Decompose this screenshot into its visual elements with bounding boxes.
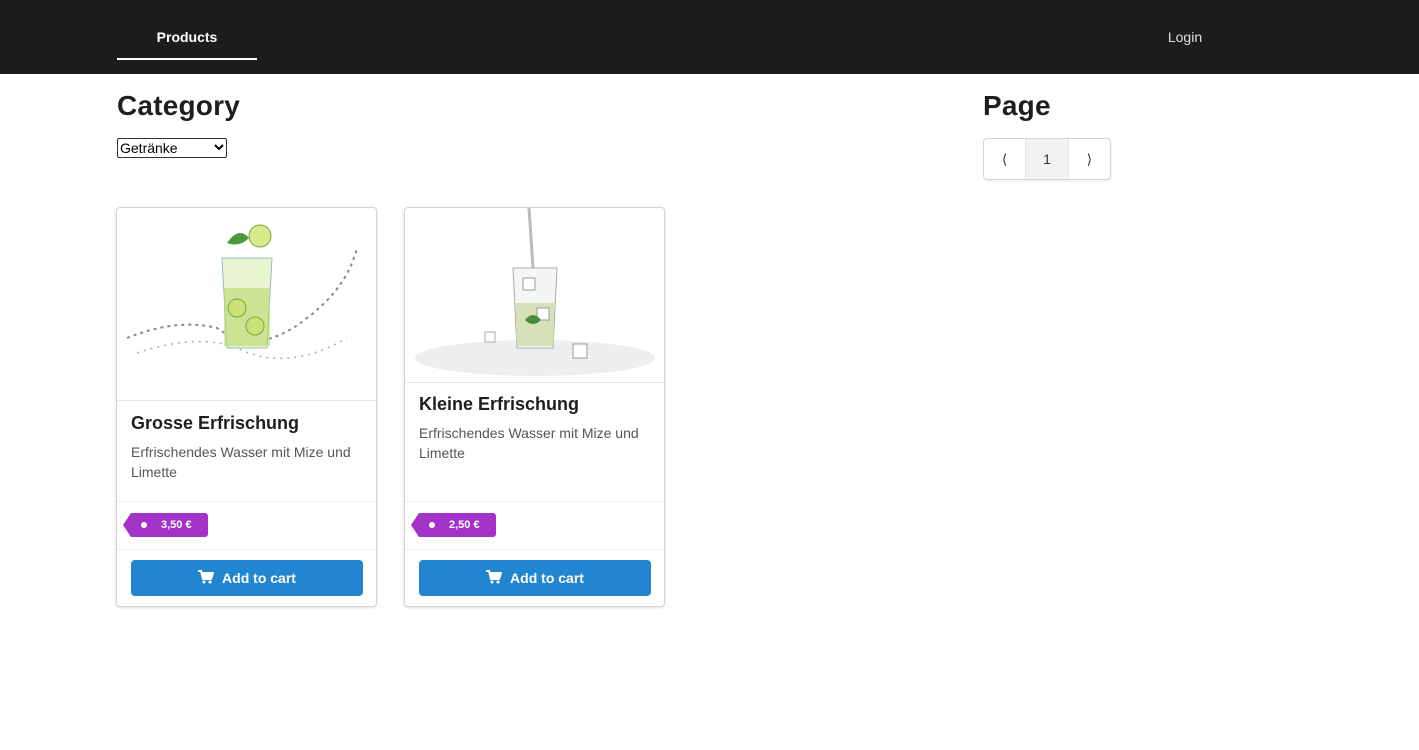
next-page-button[interactable]: ⟩: [1069, 139, 1110, 179]
top-navbar: Products Login: [0, 0, 1419, 74]
cart-icon: [486, 569, 503, 587]
nav-login-link[interactable]: Login: [1150, 0, 1220, 74]
prev-page-button[interactable]: ⟨: [984, 139, 1027, 179]
nav-login-label: Login: [1167, 29, 1203, 45]
add-to-cart-button[interactable]: Add to cart: [419, 560, 651, 596]
card-divider: [405, 549, 664, 550]
add-to-cart-button[interactable]: Add to cart: [131, 560, 363, 596]
product-description: Erfrischendes Wasser mit Mize und Limett…: [131, 444, 351, 480]
category-heading: Category: [117, 90, 240, 121]
page-heading: Page: [983, 90, 1051, 121]
page-1-button[interactable]: 1: [1026, 139, 1069, 179]
add-to-cart-label: Add to cart: [510, 570, 584, 586]
tag-hole-icon: [141, 522, 147, 528]
cart-icon: [198, 569, 215, 587]
category-select[interactable]: Getränke: [117, 138, 227, 158]
product-card: Grosse Erfrischung Erfrischendes Wasser …: [116, 207, 377, 607]
pagination: ⟨ 1 ⟩: [983, 138, 1111, 180]
active-tab-underline: [117, 58, 257, 60]
category-selected-value: Getränke: [120, 140, 178, 156]
drink-glass-image: [126, 224, 358, 360]
card-divider: [117, 549, 376, 550]
product-name[interactable]: Grosse Erfrischung: [131, 413, 299, 434]
product-description: Erfrischendes Wasser mit Mize und Limett…: [419, 425, 639, 461]
chevron-down-icon: [214, 143, 224, 154]
nav-products-tab[interactable]: Products: [117, 0, 257, 74]
card-divider: [405, 501, 664, 502]
product-name[interactable]: Kleine Erfrischung: [419, 394, 579, 415]
nav-products-label: Products: [156, 29, 218, 45]
price-value: 2,50 €: [449, 519, 480, 531]
price-value: 3,50 €: [161, 519, 192, 531]
price-tag: 3,50 €: [123, 513, 208, 537]
product-card: Kleine Erfrischung Erfrischendes Wasser …: [404, 207, 665, 607]
add-to-cart-label: Add to cart: [222, 570, 296, 586]
tag-hole-icon: [429, 522, 435, 528]
drink-glass-image: [415, 208, 655, 376]
price-tag: 2,50 €: [411, 513, 496, 537]
product-image: [117, 208, 376, 401]
product-image: [405, 208, 664, 383]
card-divider: [117, 501, 376, 502]
